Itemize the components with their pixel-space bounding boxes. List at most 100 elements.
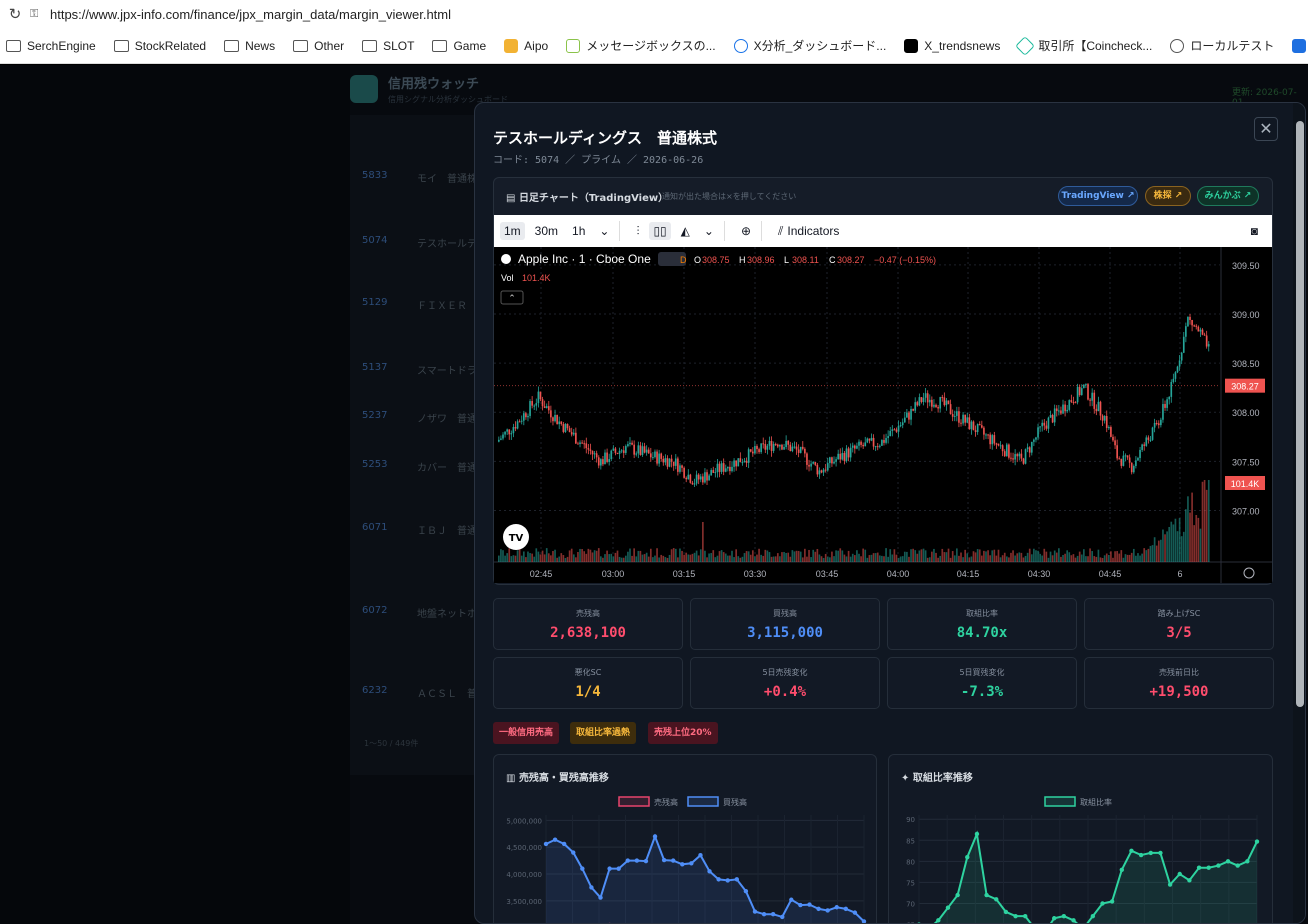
volume-bar (1189, 512, 1191, 562)
data-point (680, 862, 685, 867)
candle-body (712, 470, 715, 473)
volume-bar (1018, 552, 1021, 562)
volume-bar (822, 557, 825, 562)
compare-add-icon[interactable]: ⊕ (737, 222, 755, 240)
candle-body (1185, 326, 1187, 337)
volume-bar (901, 556, 904, 562)
candle-body (1126, 455, 1129, 458)
settings-gear-icon[interactable] (1243, 567, 1255, 579)
volume-bar (1139, 555, 1141, 562)
indicators-icon[interactable]: ⫽ (774, 222, 787, 241)
kabutan-link[interactable]: 株探 ↗ (1145, 186, 1191, 206)
interval-1h[interactable]: 1h (568, 222, 589, 240)
volume-bar (870, 554, 873, 562)
candle-body (772, 444, 775, 451)
url-field[interactable]: https://www.jpx-info.com/finance/jpx_mar… (50, 7, 451, 22)
volume-bar (774, 556, 777, 562)
volume-bar (608, 554, 611, 562)
volume-bar (743, 553, 746, 562)
bookmark-2[interactable]: News (224, 39, 275, 53)
volume-bar (1093, 556, 1096, 562)
candle-body (743, 460, 746, 463)
volume-bar (704, 550, 706, 562)
candle-body (1110, 427, 1112, 437)
candle-body (624, 446, 627, 453)
volume-bar (797, 550, 800, 562)
candle-body (816, 464, 819, 475)
volume-bar (525, 557, 527, 562)
volume-bar (679, 548, 681, 562)
bookmark-label: SLOT (383, 38, 415, 53)
candle-body (604, 452, 606, 465)
volume-bar (1162, 529, 1164, 562)
legend-swatch[interactable] (1044, 796, 1076, 807)
candle-body (1149, 439, 1152, 441)
last-price-label: 308.27 (1231, 382, 1259, 392)
volume-bar (766, 550, 769, 562)
interval-dropdown-icon[interactable]: ⌄ (595, 222, 613, 240)
modal-scrollbar-thumb[interactable] (1296, 121, 1304, 707)
bookmark-6[interactable]: Aipo (504, 38, 548, 53)
candle-body (804, 448, 806, 454)
interval-1m[interactable]: 1m (500, 222, 525, 240)
candle-body (570, 432, 573, 435)
minkabu-link[interactable]: みんかぶ ↗ (1197, 186, 1259, 206)
volume-bar (770, 556, 773, 562)
volume-bar (1172, 524, 1175, 562)
bookmark-4[interactable]: SLOT (362, 39, 414, 53)
data-point (1090, 913, 1096, 919)
bookmark-8[interactable]: X分析_ダッシュボード... (733, 37, 886, 54)
candle-body (1166, 399, 1168, 408)
bar-style-icon[interactable]: ⫶ (632, 222, 643, 241)
tradingview-link[interactable]: TradingView ↗ (1058, 186, 1138, 206)
bookmark-9[interactable]: X_trendsnews (904, 38, 1000, 53)
chart-type-dropdown-icon[interactable]: ⌄ (700, 222, 718, 240)
close-button[interactable]: ✕ (1254, 117, 1278, 141)
candlestick-chart[interactable]: 309.50 309.00 308.50 308.00 307.50 307.00 02:4… (494, 247, 1272, 583)
bookmark-12[interactable]: MEXC (1292, 38, 1308, 53)
candle-body (554, 414, 556, 422)
screenshot-camera-icon[interactable]: ◙ (1251, 224, 1258, 238)
bookmark-7[interactable]: メッセージボックスの... (566, 37, 716, 54)
bookmark-11[interactable]: ローカルテスト (1170, 37, 1274, 54)
candle-body (899, 425, 902, 427)
candle-body (660, 453, 663, 459)
site-info-icon[interactable]: ⚿ (30, 7, 50, 21)
bookmark-0[interactable]: SerchEngine (6, 39, 96, 53)
bookmark-5[interactable]: Game (432, 39, 486, 53)
indicators-button[interactable]: Indicators (787, 224, 839, 238)
candle-body (731, 466, 733, 472)
volume-bar (727, 555, 729, 562)
volume-bar (1012, 550, 1014, 562)
legend-swatch[interactable] (687, 796, 719, 807)
volume-bar (658, 557, 660, 562)
candle-body (1114, 440, 1116, 446)
volume-bar (708, 553, 710, 562)
candle-body (983, 427, 985, 435)
candle-body (614, 448, 617, 453)
tradingview-widget[interactable]: 1m 30m 1h ⌄ ⫶ ▯▯ ◭ ⌄ ⊕ ⫽ Indicators ◙ 30… (494, 215, 1272, 583)
candle-body (1128, 457, 1131, 463)
volume-bar (866, 557, 869, 562)
bookmark-3[interactable]: Other (293, 39, 344, 53)
candle-body (1091, 392, 1093, 401)
volume-bar (1112, 557, 1114, 562)
bookmark-1[interactable]: StockRelated (113, 39, 206, 53)
candle-body (878, 445, 881, 447)
data-point (1254, 839, 1260, 844)
candle-body (724, 468, 727, 472)
candle-body (1207, 344, 1210, 347)
volume-bar (820, 556, 823, 562)
candles-icon[interactable]: ▯▯ (649, 222, 671, 240)
candle-body (1055, 408, 1058, 412)
volume-bar (633, 548, 635, 562)
interval-30m[interactable]: 30m (531, 222, 562, 240)
area-chart-icon[interactable]: ◭ (677, 222, 694, 240)
candle-body (787, 440, 790, 445)
candle-body (989, 434, 991, 445)
reload-icon[interactable]: ↻ (0, 5, 30, 23)
bookmark-10[interactable]: 取引所【Coincheck... (1015, 35, 1152, 56)
candle-body (1047, 417, 1050, 429)
ohlc-value: 308.96 (747, 255, 775, 265)
legend-swatch[interactable] (618, 796, 650, 807)
